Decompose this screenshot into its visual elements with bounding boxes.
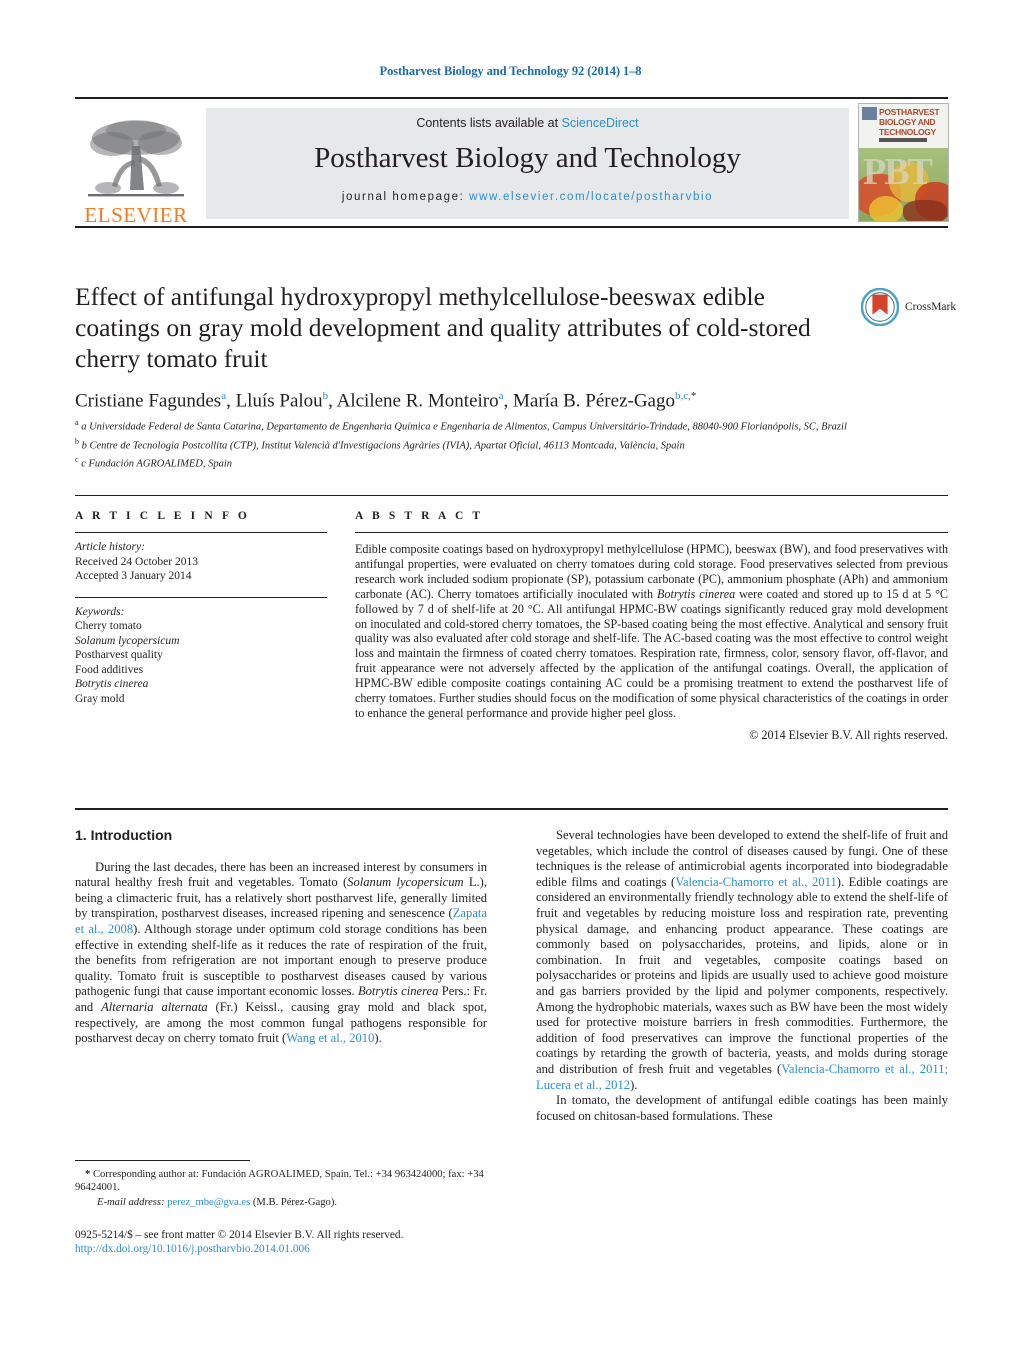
journal-band: Contents lists available at ScienceDirec… xyxy=(206,108,849,219)
homepage-prefix: journal homepage: xyxy=(341,191,470,203)
crossmark-label: CrossMark xyxy=(905,301,957,313)
abstract-column: A B S T R A C T Edible composite coating… xyxy=(355,510,948,743)
email-address-note[interactable]: E-mail address: perez_mbe@gva.es (M.B. P… xyxy=(75,1196,487,1209)
cover-title-line-1: POSTHARVEST xyxy=(879,107,940,117)
body-right-column: Several technologies have been developed… xyxy=(536,828,948,1124)
keyword-item: Botrytis cinerea xyxy=(75,678,149,690)
article-history-label: Article history: xyxy=(75,541,145,553)
corresponding-author-note: * Corresponding author at: Fundación AGR… xyxy=(75,1169,484,1194)
page-title: Effect of antifungal hydroxypropyl methy… xyxy=(75,282,811,373)
footnote-block: * Corresponding author at: Fundación AGR… xyxy=(75,1168,487,1209)
elsevier-tree-icon xyxy=(88,120,184,197)
article-info-column: A R T I C L E I N F O Article history: R… xyxy=(75,510,327,706)
article-history: Article history: Received 24 October 201… xyxy=(75,540,327,584)
keywords-block: Keywords: Cherry tomato Solanum lycopers… xyxy=(75,605,327,707)
section-heading-introduction: 1. Introduction xyxy=(75,827,173,843)
affiliation-a: a a Universidade Federal de Santa Catari… xyxy=(75,418,847,433)
crossmark-icon xyxy=(861,288,899,326)
paragraph: In tomato, the development of antifungal… xyxy=(536,1093,948,1123)
divider-middle xyxy=(75,596,327,598)
cover-logo-square xyxy=(862,107,877,120)
keyword-item: Postharvest quality xyxy=(75,649,163,661)
info-abstract-band: A R T I C L E I N F O Article history: R… xyxy=(75,495,948,810)
copyright-line: © 2014 Elsevier B.V. All rights reserved… xyxy=(749,727,948,742)
running-head: Postharvest Biology and Technology 92 (2… xyxy=(379,64,642,78)
keywords-label: Keywords: xyxy=(75,605,125,618)
cover-title-text: POSTHARVEST BIOLOGY AND TECHNOLOGY xyxy=(879,107,940,137)
paragraph: Several technologies have been developed… xyxy=(536,828,949,1092)
affiliation-c-text: c Fundación AGROALIMED, Spain xyxy=(81,458,233,470)
journal-masthead: ELSEVIER Contents lists available at Sci… xyxy=(75,97,949,228)
keyword-item: Gray mold xyxy=(75,692,125,705)
doi-link[interactable]: http://dx.doi.org/10.1016/j.postharvbio.… xyxy=(75,1243,310,1255)
contents-available-line: Contents lists available at ScienceDirec… xyxy=(416,116,638,130)
cover-title-line-3: TECHNOLOGY xyxy=(879,127,936,137)
footnote-separator xyxy=(75,1160,250,1161)
issn-line: 0925-5214/$ – see front matter © 2014 El… xyxy=(75,1229,404,1241)
elsevier-wordmark: ELSEVIER xyxy=(84,203,188,227)
article-info-heading: A R T I C L E I N F O xyxy=(75,510,250,522)
journal-title: Postharvest Biology and Technology xyxy=(314,142,741,174)
issn-copyright-block: 0925-5214/$ – see front matter © 2014 El… xyxy=(75,1228,575,1256)
received-date: Received 24 October 2013 xyxy=(75,555,198,568)
keyword-item: Food additives xyxy=(75,663,144,676)
affiliation-c: c c Fundación AGROALIMED, Spain xyxy=(75,455,233,470)
journal-homepage-line: journal homepage: www.elsevier.com/locat… xyxy=(342,191,713,203)
abstract-text: Edible composite coatings based on hydro… xyxy=(355,542,949,720)
divider-top xyxy=(75,532,327,533)
cover-produce-shape-4 xyxy=(869,196,903,221)
contents-prefix: Contents lists available at xyxy=(416,116,562,130)
accepted-date: Accepted 3 January 2014 xyxy=(75,570,192,582)
affiliation-a-text: a Universidade Federal de Santa Catarina… xyxy=(81,421,847,433)
author-list: Cristiane Fagundesa, Lluís Paloub, Alcil… xyxy=(75,390,697,412)
cover-produce-shape-5 xyxy=(903,200,947,221)
cover-monogram: PBT xyxy=(863,151,933,193)
keyword-item: Solanum lycopersicum xyxy=(75,634,180,647)
keyword-item: Cherry tomato xyxy=(75,620,142,632)
crossmark-badge[interactable]: CrossMark xyxy=(861,286,957,328)
homepage-url-link[interactable]: www.elsevier.com/locate/postharvbio xyxy=(469,191,713,203)
abstract-heading: A B S T R A C T xyxy=(355,510,484,522)
divider-abstract xyxy=(355,532,948,533)
elsevier-logo: ELSEVIER xyxy=(75,108,197,226)
cover-title-line-2: BIOLOGY AND xyxy=(879,117,936,127)
affiliation-b-text: b Centre de Tecnologia Postcollita (CTP)… xyxy=(81,440,685,452)
paragraph: During the last decades, there has been … xyxy=(75,859,488,1046)
paper-page: Postharvest Biology and Technology 92 (2… xyxy=(0,0,1021,1351)
affiliation-b: b b Centre de Tecnologia Postcollita (CT… xyxy=(75,436,685,452)
journal-cover-thumbnail: POSTHARVEST BIOLOGY AND TECHNOLOGY PBT xyxy=(858,103,949,222)
cover-rule xyxy=(879,138,927,142)
body-left-column: 1. Introduction During the last decades,… xyxy=(75,827,488,1047)
sciencedirect-link[interactable]: ScienceDirect xyxy=(562,116,639,130)
affiliation-list: a a Universidade Federal de Santa Catari… xyxy=(75,416,865,472)
